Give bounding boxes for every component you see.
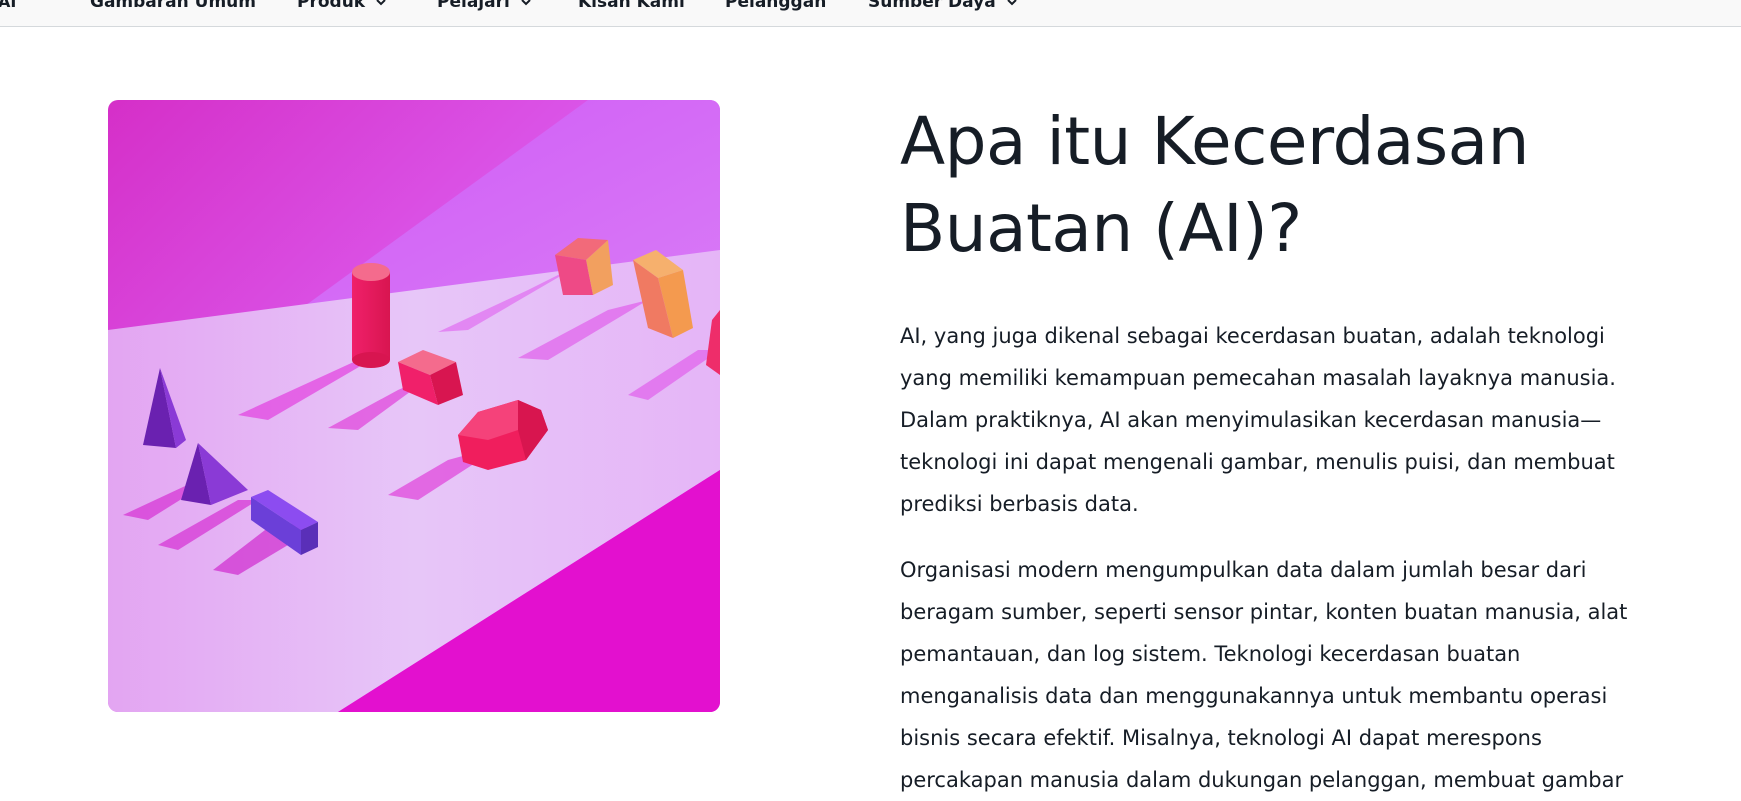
chevron-down-icon (521, 0, 531, 6)
nav-item-label: Pelanggan (725, 0, 827, 12)
top-navigation: AI Gambaran Umum Produk Pelajari Kisah K… (0, 0, 1741, 27)
page-title: Apa itu Kecerdasan Buatan (AI)? (900, 103, 1529, 267)
nav-item-pelajari[interactable]: Pelajari (437, 0, 532, 12)
nav-item-label: Pelajari (437, 0, 510, 12)
nav-item-pelanggan[interactable]: Pelanggan (725, 0, 826, 12)
nav-item-gambaran-umum[interactable]: Gambaran Umum (90, 0, 256, 12)
intro-paragraph: AI, yang juga dikenal sebagai kecerdasan… (900, 324, 1616, 516)
body-paragraph: Organisasi modern mengumpulkan data dala… (900, 558, 1628, 792)
nav-item-label: Produk (297, 0, 366, 12)
hero-image (108, 100, 720, 712)
nav-item-label: Kisah Kami (578, 0, 685, 12)
abstract-geometric-shapes-image (108, 100, 720, 712)
nav-item-label: Sumber Daya (868, 0, 996, 12)
chevron-down-icon (1006, 0, 1017, 6)
nav-item-label: Gambaran Umum (90, 0, 256, 12)
nav-item-produk[interactable]: Produk (297, 0, 387, 12)
chevron-down-icon (376, 0, 386, 6)
nav-item-sumber-daya[interactable]: Sumber Daya (868, 0, 1018, 12)
nav-brand[interactable]: AI (0, 0, 16, 11)
nav-item-kisah-kami[interactable]: Kisah Kami (578, 0, 685, 12)
